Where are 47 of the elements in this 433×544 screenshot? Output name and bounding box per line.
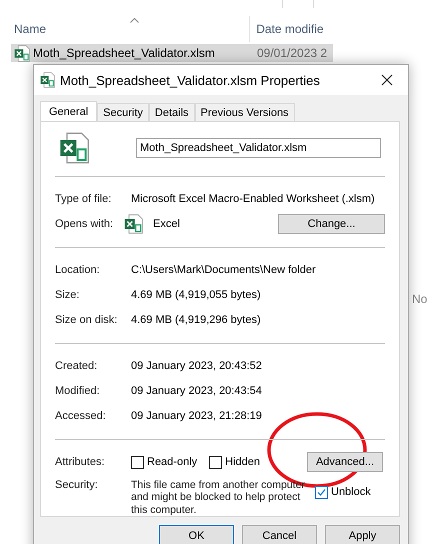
field-label: Security: <box>55 478 99 490</box>
field-label: Type of file: <box>55 193 112 206</box>
checkbox-label: Unblock <box>331 486 371 498</box>
field-label: Modified: <box>55 385 101 398</box>
advanced-button[interactable]: Advanced... <box>307 452 383 472</box>
window-title: Moth_Spreadsheet_Validator.xlsm Properties <box>60 72 321 88</box>
field-value: 09 January 2023, 21:28:19 <box>131 410 262 422</box>
field-value: 4.69 MB (4,919,055 bytes) <box>131 289 261 302</box>
field-label: Attributes: <box>55 456 106 468</box>
field-value: 09 January 2023, 20:43:52 <box>131 360 262 372</box>
column-header[interactable]: Date modifie <box>249 16 333 42</box>
field-value: Excel <box>153 218 180 230</box>
checkbox-label: Read-only <box>147 456 198 468</box>
field-label: Location: <box>55 264 101 276</box>
field-label: Opens with: <box>55 218 114 230</box>
field-label: Size on disk: <box>55 314 118 326</box>
excel-file-icon <box>59 132 91 164</box>
dialog-button[interactable]: OK <box>159 525 234 544</box>
tab[interactable]: Previous Versions <box>194 103 295 121</box>
field-value: C:\Users\Mark\Documents\New folder <box>131 264 316 276</box>
file-date: 09/01/2023 2 <box>257 46 328 60</box>
field-value: 09 January 2023, 20:43:54 <box>131 385 262 398</box>
field-label: Size: <box>55 289 80 302</box>
check-icon <box>317 488 326 496</box>
security-message: This file came from another computer and might be blocked to help protect this computer. <box>131 478 306 516</box>
dialog-button[interactable]: Cancel <box>242 525 317 544</box>
column-header[interactable]: Name <box>0 22 250 36</box>
tab[interactable]: Security <box>97 103 149 121</box>
tab[interactable]: General <box>40 101 98 122</box>
field-value: 4.69 MB (4,919,296 bytes) <box>131 314 261 326</box>
close-icon <box>381 74 393 86</box>
field-value: Microsoft Excel Macro-Enabled Worksheet (.xlsm) <box>131 193 375 206</box>
checkbox[interactable] <box>315 486 328 498</box>
file-row[interactable]: Moth_Spreadsheet_Validator.xlsm 09/01/2023 2 <box>11 44 333 62</box>
file-name: Moth_Spreadsheet_Validator.xlsm <box>33 46 215 60</box>
checkbox[interactable] <box>131 456 144 469</box>
tab[interactable]: Details <box>148 103 195 121</box>
excel-file-icon <box>14 44 31 62</box>
side-text: No <box>412 292 428 306</box>
change-button[interactable]: Change... <box>278 214 385 234</box>
checkbox[interactable] <box>209 456 222 469</box>
excel-file-icon <box>40 72 56 88</box>
field-label: Created: <box>55 360 98 372</box>
dialog-button[interactable]: Apply <box>325 525 400 544</box>
field-label: Accessed: <box>55 410 107 422</box>
checkbox-label: Hidden <box>225 456 260 468</box>
file-name-field[interactable]: Moth_Spreadsheet_Validator.xlsm <box>136 138 381 158</box>
